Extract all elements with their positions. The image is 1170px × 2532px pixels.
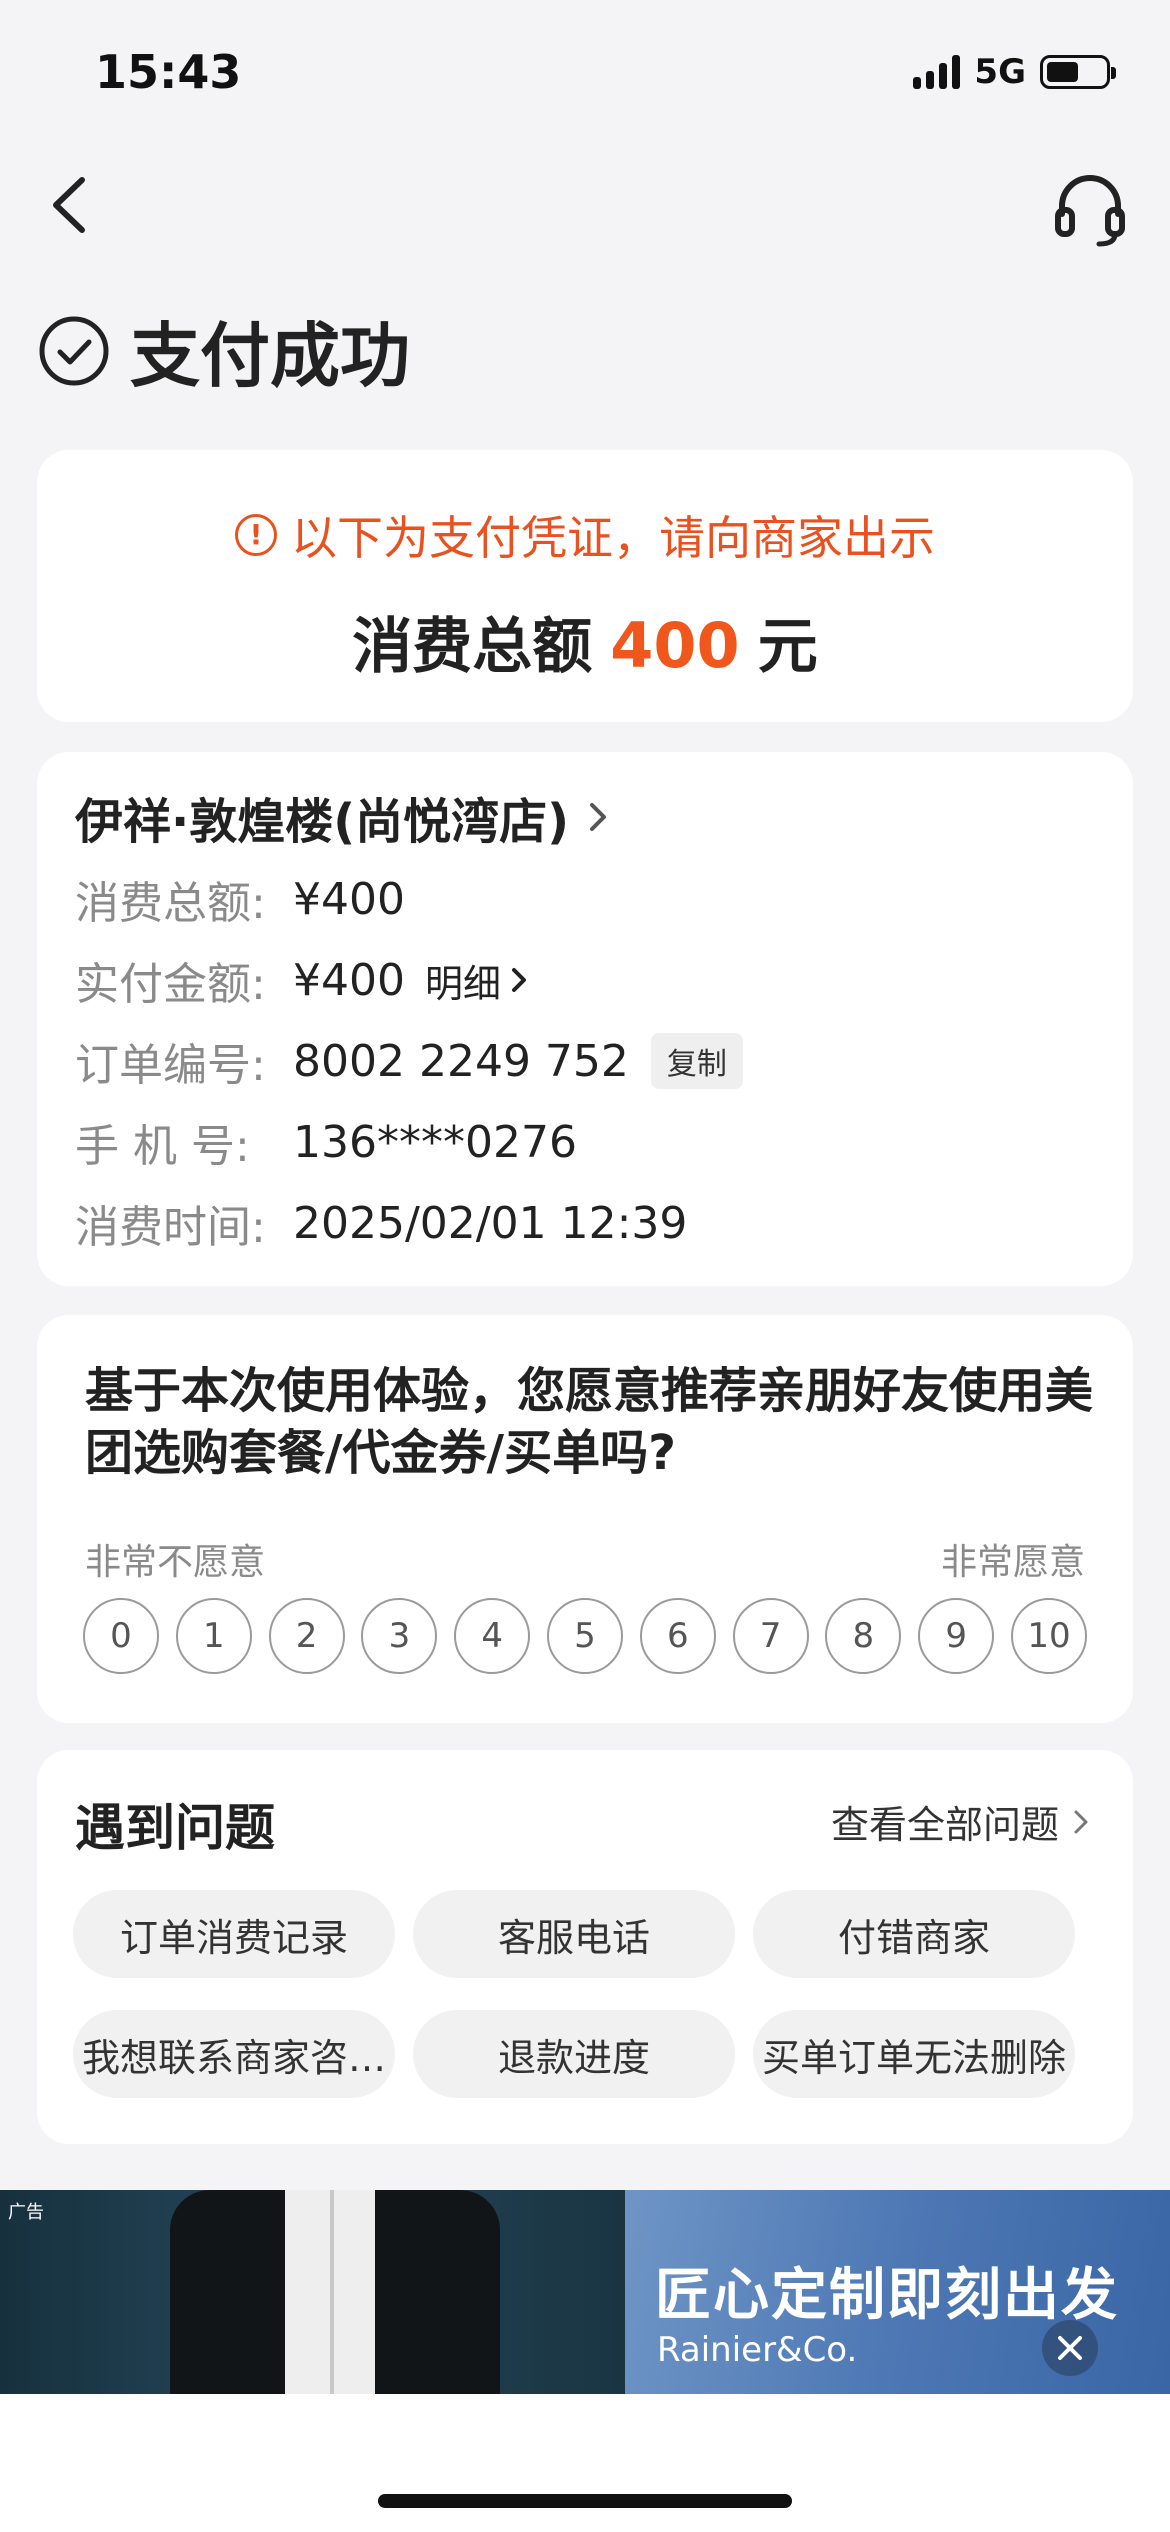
status-bar: 15:43 5G — [0, 0, 1170, 150]
total-amount: 400 — [610, 609, 740, 682]
help-topics: 订单消费记录 客服电话 付错商家 我想联系商家咨… 退款进度 买单订单无法删除 — [73, 1890, 1103, 2098]
score-option[interactable]: 6 — [639, 1598, 716, 1674]
help-topic-chip[interactable]: 客服电话 — [413, 1890, 735, 1978]
page-header: 支付成功 — [38, 300, 410, 401]
total-prefix: 消费总额 — [352, 612, 593, 682]
view-all-label: 查看全部问题 — [830, 1803, 1059, 1847]
total-amount-line: 消费总额 400 元 — [37, 598, 1133, 685]
info-label: 订单编号: — [75, 1040, 266, 1091]
order-number: 8002 2249 752 — [293, 1035, 629, 1087]
voucher-note: ! 以下为支付凭证，请向商家出示 — [37, 502, 1133, 568]
info-value: ¥400 — [293, 954, 405, 1006]
score-options: 0 1 2 3 4 5 6 7 8 9 10 — [83, 1598, 1087, 1674]
recommend-survey-card: 基于本次使用体验，您愿意推荐亲朋好友使用美团选购套餐/代金券/买单吗? 非常不愿… — [37, 1315, 1133, 1723]
score-option[interactable]: 1 — [175, 1598, 252, 1674]
chevron-right-icon — [1074, 1810, 1088, 1833]
score-option[interactable]: 10 — [1010, 1598, 1087, 1674]
page-title: 支付成功 — [130, 315, 410, 397]
home-indicator — [378, 2494, 792, 2508]
score-option[interactable]: 4 — [454, 1598, 531, 1674]
status-icons: 5G — [913, 52, 1116, 92]
score-option[interactable]: 8 — [825, 1598, 902, 1674]
chevron-right-icon — [512, 968, 526, 992]
info-label: 手 机 号: — [75, 1121, 250, 1172]
score-option[interactable]: 5 — [546, 1598, 623, 1674]
info-value: ¥400 — [293, 873, 405, 925]
info-label: 实付金额: — [75, 959, 266, 1010]
headset-icon — [1055, 175, 1125, 247]
score-option[interactable]: 3 — [361, 1598, 438, 1674]
back-button[interactable] — [40, 170, 100, 240]
help-title: 遇到问题 — [75, 1799, 275, 1857]
help-topic-chip[interactable]: 退款进度 — [413, 2010, 735, 2098]
network-label: 5G — [974, 52, 1026, 92]
chevron-left-icon — [53, 177, 85, 233]
ad-text-panel: 匠心定制即刻出发 Rainier&Co. — [625, 2190, 1170, 2394]
customer-service-button[interactable] — [1050, 170, 1130, 250]
shop-name: 伊祥·敦煌楼(尚悦湾店) — [75, 794, 570, 850]
exclamation-circle-icon: ! — [235, 514, 277, 556]
score-option[interactable]: 0 — [83, 1598, 159, 1674]
consumption-time: 2025/02/01 12:39 — [293, 1197, 688, 1249]
payment-detail-link[interactable]: 明细 — [425, 953, 527, 1008]
check-circle-icon — [39, 316, 109, 385]
survey-question: 基于本次使用体验，您愿意推荐亲朋好友使用美团选购套餐/代金券/买单吗? — [85, 1363, 1094, 1481]
ad-tag: 广告 — [8, 2202, 44, 2223]
info-label: 消费时间: — [75, 1202, 266, 1253]
shop-link[interactable]: 伊祥·敦煌楼(尚悦湾店) — [75, 782, 609, 852]
info-row-order-no: 订单编号: 8002 2249 752 复制 — [75, 1029, 743, 1093]
view-all-questions-link[interactable]: 查看全部问题 — [831, 1794, 1089, 1849]
score-option[interactable]: 9 — [918, 1598, 995, 1674]
detail-label: 明细 — [424, 961, 501, 1006]
score-option[interactable]: 7 — [732, 1598, 809, 1674]
chevron-right-icon — [590, 803, 607, 831]
help-topic-chip[interactable]: 买单订单无法删除 — [753, 2010, 1075, 2098]
copy-button[interactable]: 复制 — [650, 1033, 743, 1089]
survey-low-label: 非常不愿意 — [85, 1542, 266, 1583]
ad-brand: Rainier&Co. — [657, 2330, 858, 2370]
info-row-total: 消费总额: ¥400 — [75, 867, 405, 931]
battery-icon — [1040, 55, 1116, 89]
info-row-paid: 实付金额: ¥400 明细 — [75, 948, 527, 1012]
info-label: 消费总额: — [75, 878, 266, 929]
close-icon — [1058, 2336, 1082, 2360]
ad-banner[interactable]: 广告 匠心定制即刻出发 Rainier&Co. — [0, 2190, 1170, 2394]
phone-number: 136****0276 — [293, 1116, 577, 1168]
info-row-phone: 手 机 号: 136****0276 — [75, 1110, 577, 1174]
payment-voucher-card: ! 以下为支付凭证，请向商家出示 消费总额 400 元 — [37, 450, 1133, 722]
ad-headline: 匠心定制即刻出发 — [655, 2263, 1119, 2328]
help-card: 遇到问题 查看全部问题 订单消费记录 客服电话 付错商家 我想联系商家咨… 退款… — [37, 1750, 1133, 2144]
status-time: 15:43 — [95, 45, 242, 99]
total-unit: 元 — [757, 612, 818, 682]
help-topic-chip[interactable]: 付错商家 — [753, 1890, 1075, 1978]
bottom-safe-area — [0, 2394, 1170, 2532]
survey-high-label: 非常愿意 — [940, 1542, 1085, 1583]
order-details-card: 伊祥·敦煌楼(尚悦湾店) 消费总额: ¥400 实付金额: ¥400 明细 订单… — [37, 752, 1133, 1286]
help-topic-chip[interactable]: 我想联系商家咨… — [73, 2010, 395, 2098]
help-topic-chip[interactable]: 订单消费记录 — [73, 1890, 395, 1978]
voucher-note-text: 以下为支付凭证，请向商家出示 — [291, 511, 935, 565]
info-row-time: 消费时间: 2025/02/01 12:39 — [75, 1191, 687, 1255]
ad-close-button[interactable] — [1042, 2320, 1098, 2376]
ad-photo: 广告 — [0, 2190, 625, 2394]
signal-icon — [913, 55, 961, 89]
score-option[interactable]: 2 — [268, 1598, 345, 1674]
